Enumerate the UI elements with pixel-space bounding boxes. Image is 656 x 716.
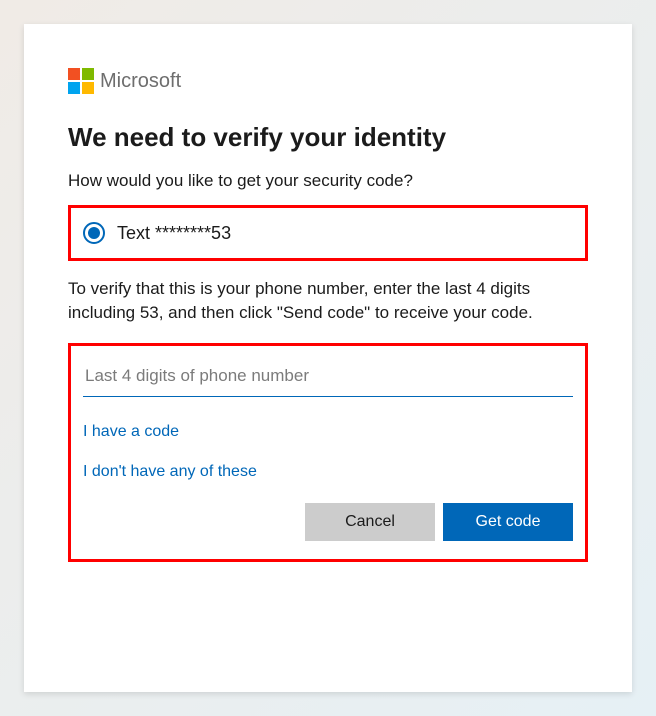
radio-label: Text ********53 xyxy=(117,223,231,244)
button-row: Cancel Get code xyxy=(83,503,573,541)
radio-selected-icon xyxy=(83,222,105,244)
get-code-button[interactable]: Get code xyxy=(443,503,573,541)
page-title: We need to verify your identity xyxy=(68,122,588,153)
none-of-these-link[interactable]: I don't have any of these xyxy=(83,463,573,481)
bottom-box: I have a code I don't have any of these … xyxy=(68,343,588,562)
phone-last4-input[interactable] xyxy=(83,360,573,397)
verification-option-text[interactable]: Text ********53 xyxy=(68,205,588,261)
subheading: How would you like to get your security … xyxy=(68,171,588,191)
logo-text: Microsoft xyxy=(100,70,181,93)
instruction-text: To verify that this is your phone number… xyxy=(68,277,588,325)
cancel-button[interactable]: Cancel xyxy=(305,503,435,541)
microsoft-logo-icon xyxy=(68,68,94,94)
have-code-link[interactable]: I have a code xyxy=(83,423,573,441)
verify-identity-card: Microsoft We need to verify your identit… xyxy=(24,24,632,692)
logo-row: Microsoft xyxy=(68,68,588,94)
